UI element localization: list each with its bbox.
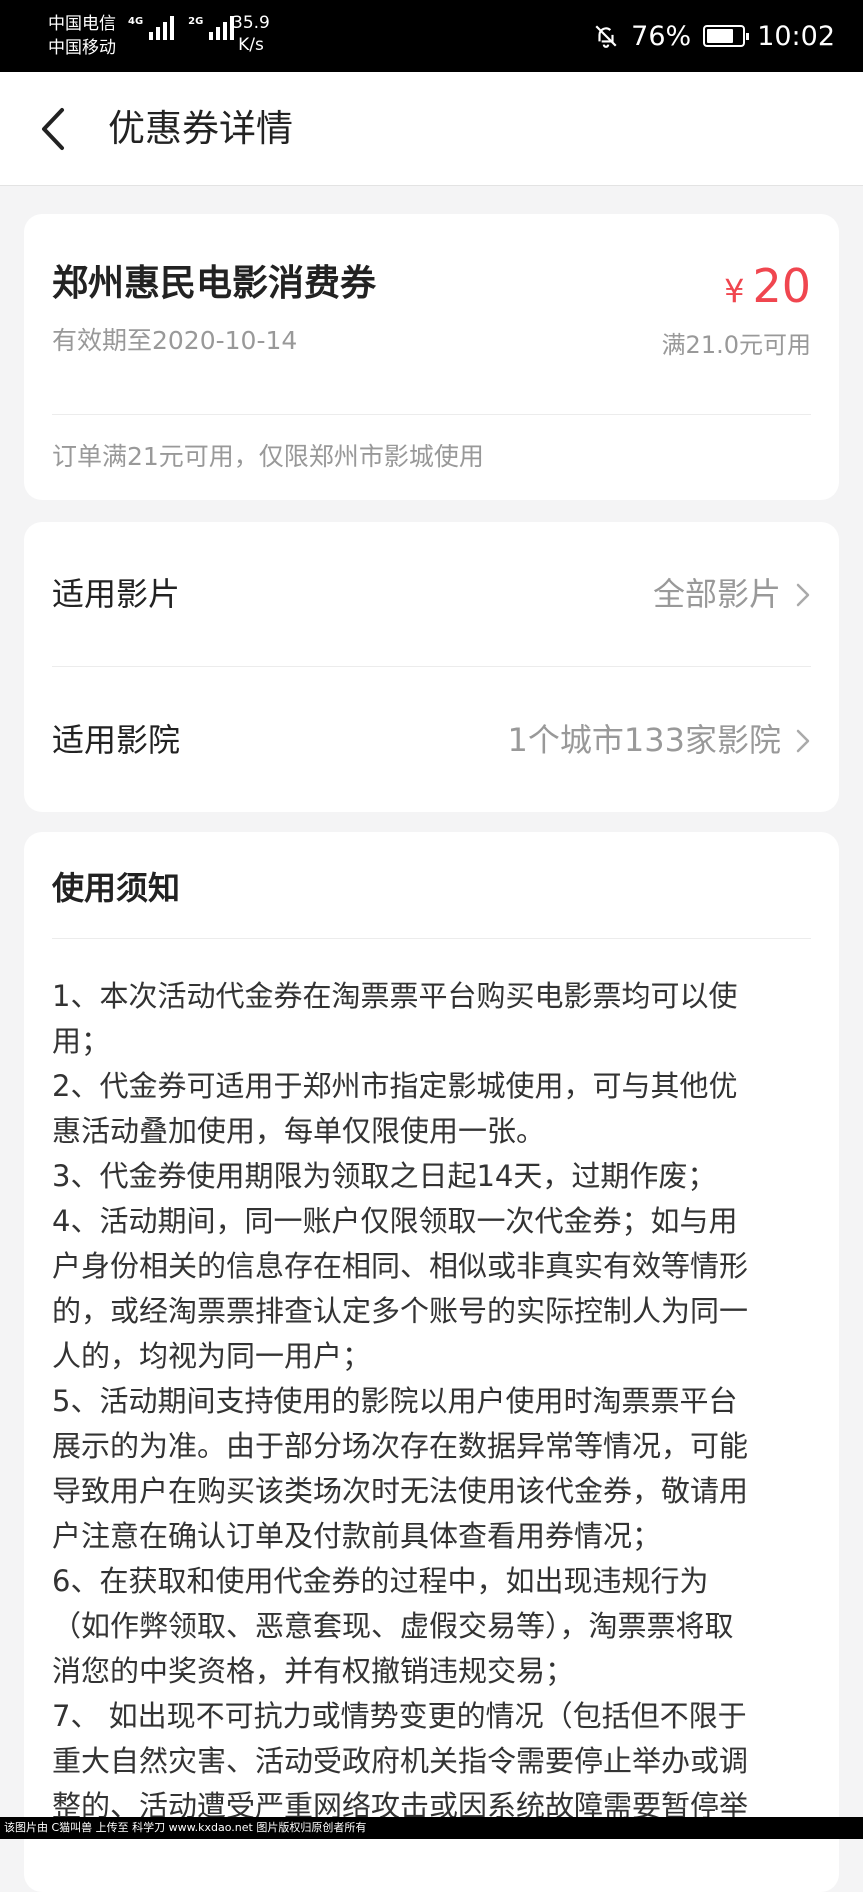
battery-icon — [703, 25, 745, 47]
notice-line: 重大自然灾害、活动受政府机关指令需要停止举办或调 — [52, 1739, 822, 1784]
battery-fill — [707, 29, 733, 43]
speed-unit: K/s — [232, 34, 270, 56]
signal-4g-tag: 4G — [128, 16, 143, 28]
coupon-amount: ¥ 20 — [724, 258, 811, 314]
signal-4g-icon: 4G — [128, 16, 174, 40]
notice-line: 导致用户在购买该类场次时无法使用该代金券，敬请用 — [52, 1469, 822, 1514]
currency-symbol: ¥ — [724, 272, 744, 310]
notice-divider — [52, 938, 811, 939]
signal-2g-icon: 2G — [188, 16, 234, 40]
carrier-1: 中国电信 — [48, 12, 116, 36]
coupon-note: 订单满21元可用，仅限郑州市影城使用 — [52, 440, 484, 474]
coupon-card: 郑州惠民电影消费券 有效期至2020-10-14 ¥ 20 满21.0元可用 订… — [24, 214, 839, 500]
notice-line: 消您的中奖资格，并有权撤销违规交易； — [52, 1649, 822, 1694]
notice-line: 的，或经淘票票排查认定多个账号的实际控制人为同一 — [52, 1289, 822, 1334]
carrier-names: 中国电信 中国移动 — [48, 12, 116, 60]
clock: 10:02 — [757, 21, 835, 52]
notice-line: 2、代金券可适用于郑州市指定影城使用，可与其他优 — [52, 1064, 822, 1109]
bell-off-icon — [593, 23, 619, 49]
signal-indicators: 4G 2G — [128, 16, 234, 40]
notice-line: （如作弊领取、恶意套现、虚假交易等），淘票票将取 — [52, 1604, 822, 1649]
status-bar: 中国电信 中国移动 4G 2G 35.9 K/s 76% 10:02 — [0, 0, 863, 72]
cinemas-label: 适用影院 — [52, 668, 180, 812]
notice-line: 6、在获取和使用代金券的过程中，如出现违规行为 — [52, 1559, 822, 1604]
status-right: 76% 10:02 — [593, 0, 835, 72]
coupon-divider — [52, 414, 811, 415]
usage-notice-card: 使用须知 1、本次活动代金券在淘票票平台购买电影票均可以使 用； 2、代金券可适… — [24, 832, 839, 1892]
page-title: 优惠券详情 — [108, 104, 293, 154]
chevron-right-icon — [795, 582, 811, 608]
watermark-strip: 该图片由 C猫叫兽 上传至 科学刀 www.kxdao.net 图片版权归原创者… — [0, 1817, 863, 1839]
coupon-validity: 有效期至2020-10-14 — [52, 324, 297, 358]
notice-body: 1、本次活动代金券在淘票票平台购买电影票均可以使 用； 2、代金券可适用于郑州市… — [52, 974, 822, 1829]
cinemas-value: 1个城市133家影院 — [508, 668, 781, 812]
applicable-cinemas-row[interactable]: 适用影院 1个城市133家影院 — [24, 668, 839, 812]
notice-line: 户注意在确认订单及付款前具体查看用券情况； — [52, 1514, 822, 1559]
back-arrow-icon[interactable] — [36, 104, 72, 154]
coupon-condition: 满21.0元可用 — [662, 328, 811, 362]
notice-line: 惠活动叠加使用，每单仅限使用一张。 — [52, 1109, 822, 1154]
nav-header: 优惠券详情 — [0, 72, 863, 186]
notice-line: 5、活动期间支持使用的影院以用户使用时淘票票平台 — [52, 1379, 822, 1424]
notice-line: 人的，均视为同一用户； — [52, 1334, 822, 1379]
network-speed: 35.9 K/s — [232, 12, 270, 56]
notice-line: 3、代金券使用期限为领取之日起14天，过期作废； — [52, 1154, 822, 1199]
applicable-films-row[interactable]: 适用影片 全部影片 — [24, 522, 839, 666]
notice-line: 展示的为准。由于部分场次存在数据异常等情况，可能 — [52, 1424, 822, 1469]
notice-line: 户身份相关的信息存在相同、相似或非真实有效等情形 — [52, 1244, 822, 1289]
notice-line: 7、 如出现不可抗力或情势变更的情况（包括但不限于 — [52, 1694, 822, 1739]
notice-line: 4、活动期间，同一账户仅限领取一次代金券；如与用 — [52, 1199, 822, 1244]
applicability-card: 适用影片 全部影片 适用影院 1个城市133家影院 — [24, 522, 839, 812]
carrier-2: 中国移动 — [48, 36, 116, 60]
films-value: 全部影片 — [653, 522, 781, 666]
battery-percent: 76% — [631, 21, 691, 52]
signal-2g-tag: 2G — [188, 16, 203, 28]
amount-value: 20 — [752, 258, 811, 314]
notice-line: 1、本次活动代金券在淘票票平台购买电影票均可以使 — [52, 974, 822, 1019]
speed-value: 35.9 — [232, 12, 270, 34]
coupon-name: 郑州惠民电影消费券 — [52, 260, 376, 308]
rows-divider — [52, 666, 811, 667]
notice-line: 用； — [52, 1019, 822, 1064]
notice-title: 使用须知 — [52, 866, 180, 910]
chevron-right-icon — [795, 728, 811, 754]
films-label: 适用影片 — [52, 522, 180, 666]
